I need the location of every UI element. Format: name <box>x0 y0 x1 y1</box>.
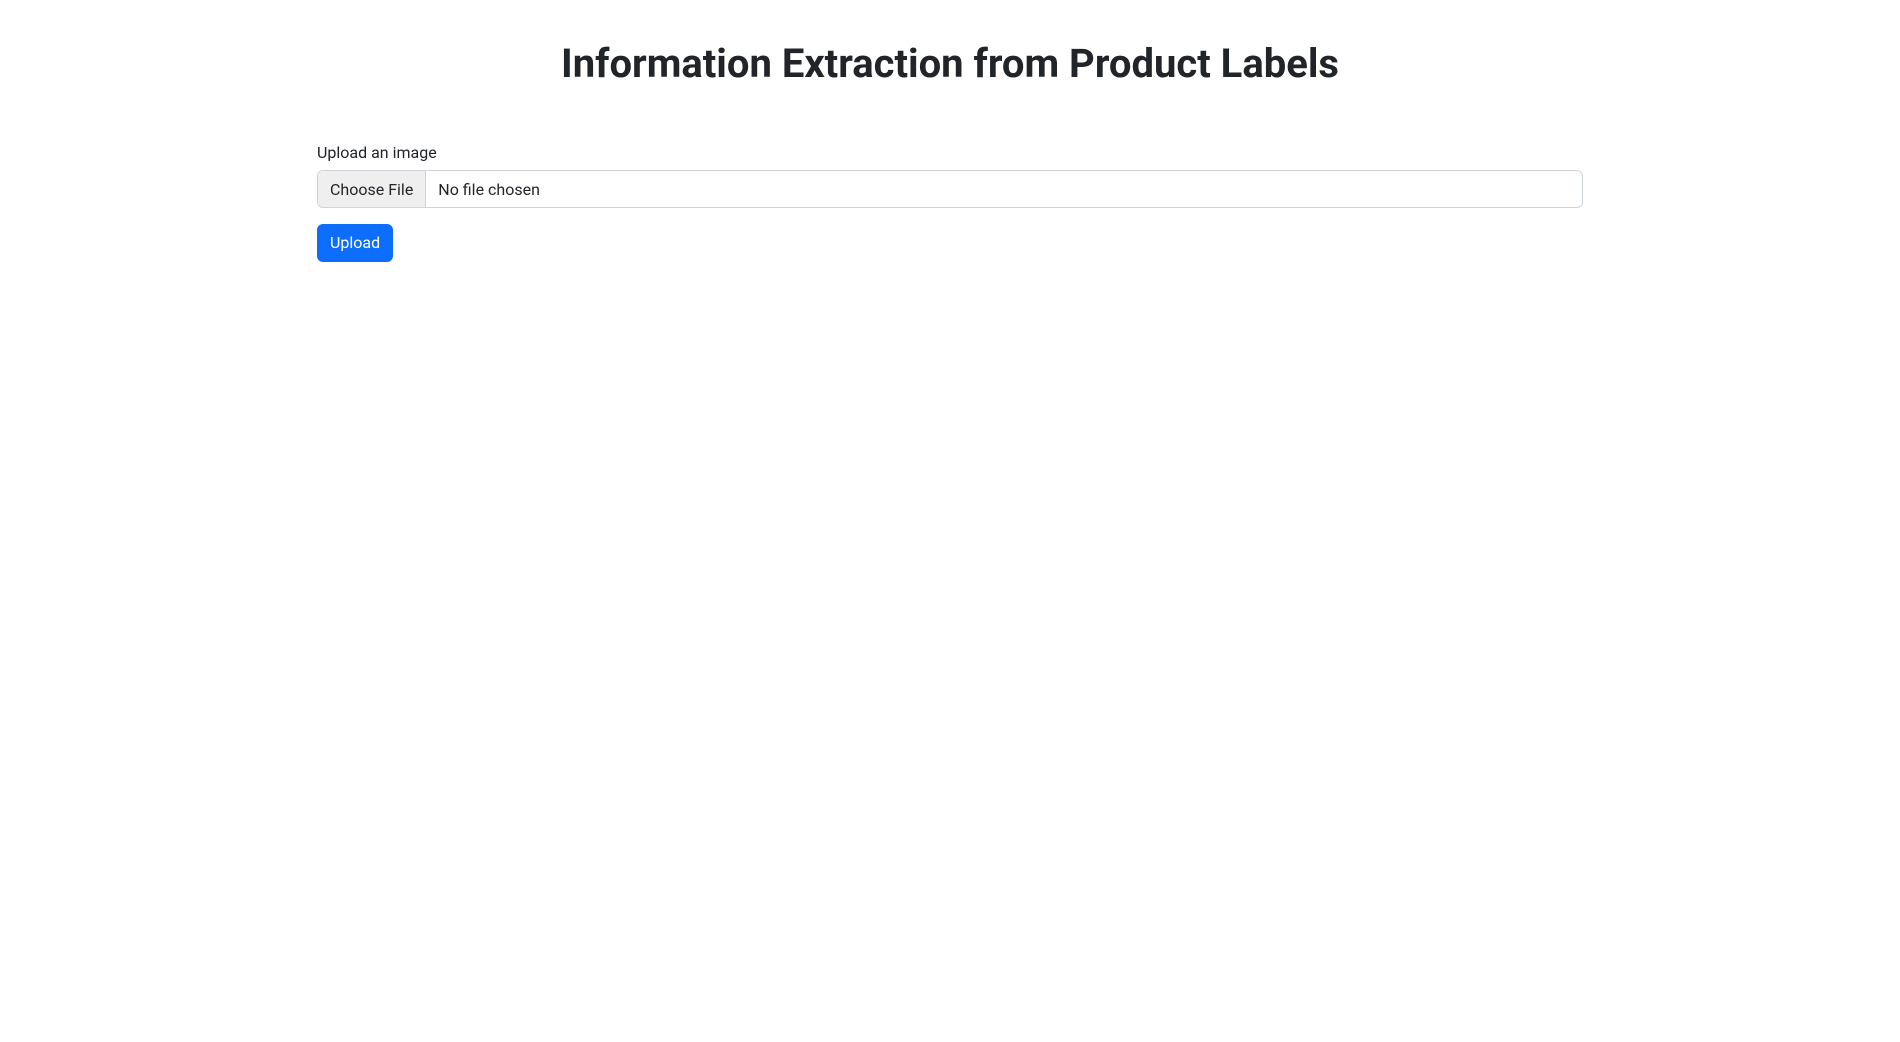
choose-file-button[interactable]: Choose File <box>318 171 426 207</box>
upload-label: Upload an image <box>317 143 1583 162</box>
page-title: Information Extraction from Product Labe… <box>317 40 1583 87</box>
upload-button[interactable]: Upload <box>317 224 393 262</box>
file-status-text: No file chosen <box>426 171 1582 207</box>
file-input[interactable]: Choose File No file chosen <box>317 170 1583 208</box>
